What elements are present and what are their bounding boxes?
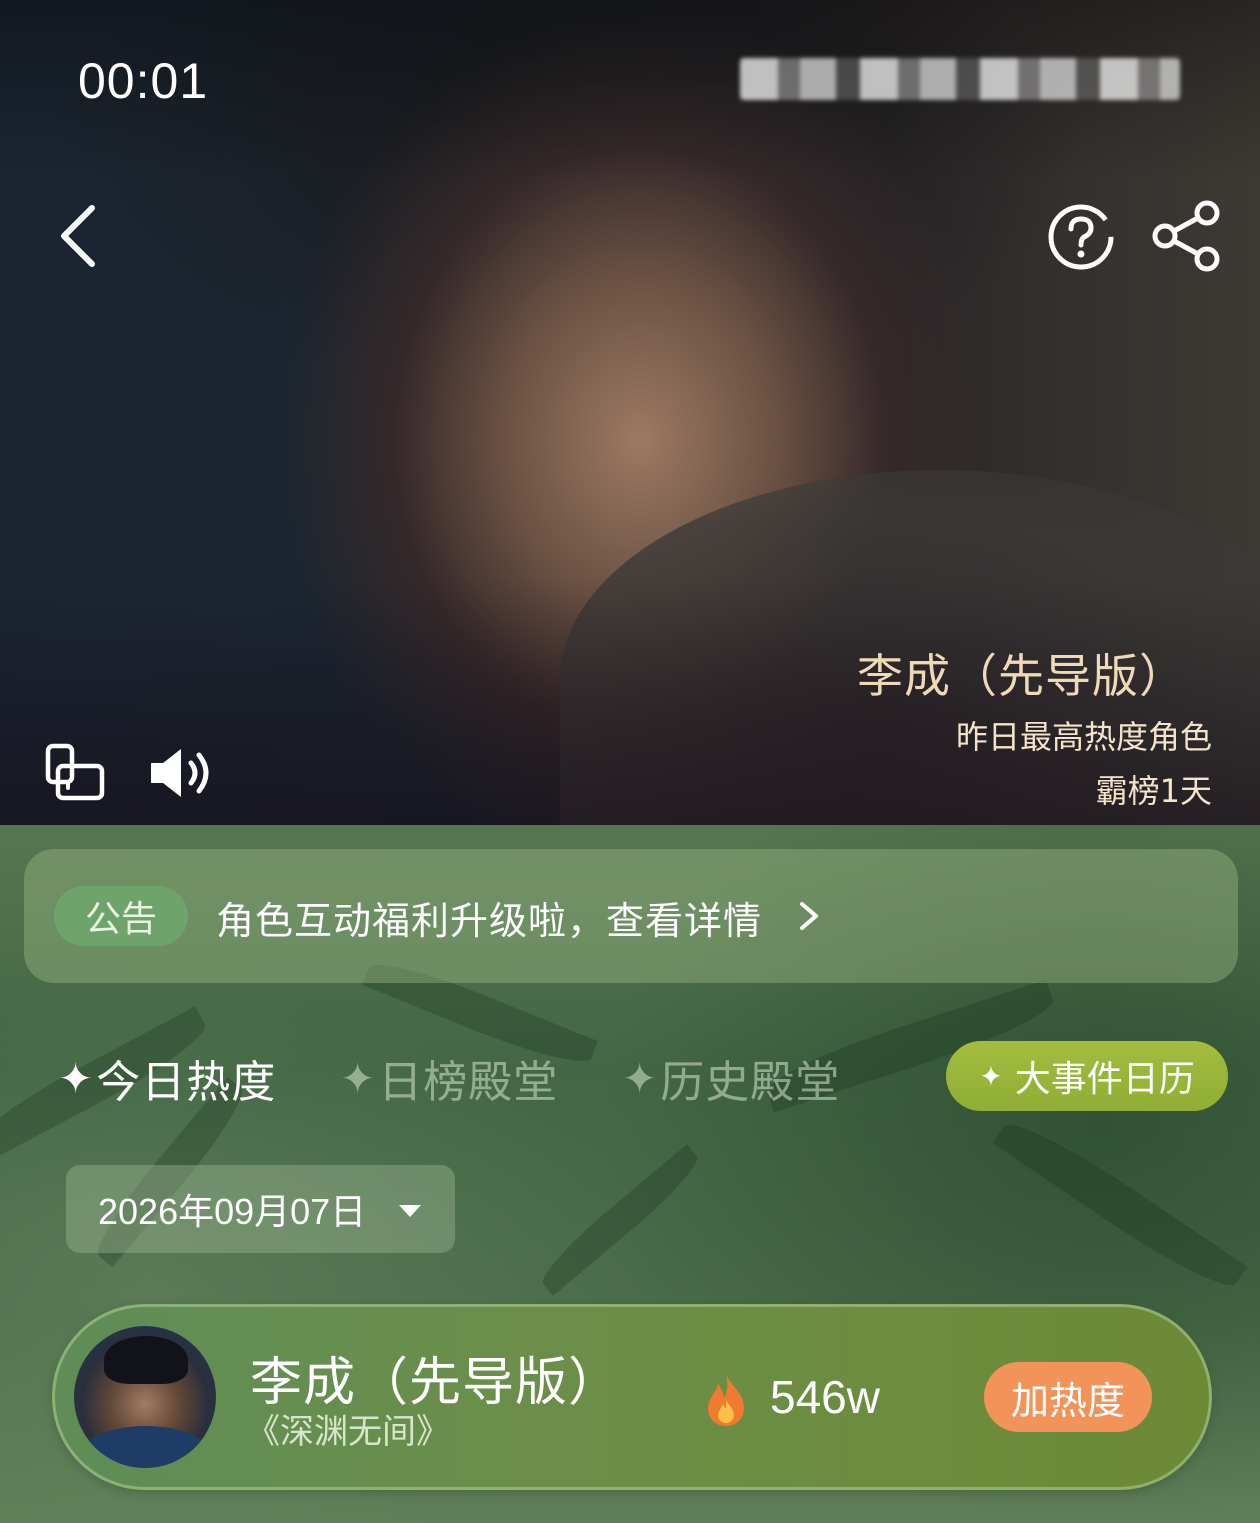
- avatar-hair: [104, 1336, 188, 1384]
- hero-streak: 霸榜1天: [1095, 772, 1212, 810]
- events-calendar-label: 大事件日历: [1014, 1059, 1195, 1100]
- chevron-right-icon[interactable]: [796, 898, 822, 934]
- bamboo-leaf-decoration: [992, 1110, 1248, 1300]
- tab-label: 今日热度: [96, 1057, 277, 1108]
- tab-history-hall[interactable]: ✦ 历史殿堂: [622, 1046, 840, 1110]
- sparkle-icon: ✦: [979, 1059, 1003, 1093]
- sparkle-icon: ✦: [340, 1053, 377, 1103]
- share-icon[interactable]: [1150, 198, 1224, 274]
- hero-subtitle: 昨日最高热度角色: [955, 718, 1212, 756]
- heat-value: 546w: [770, 1371, 880, 1423]
- tab-label: 历史殿堂: [660, 1057, 841, 1108]
- date-picker[interactable]: 2026年09月07日: [66, 1165, 455, 1253]
- avatar[interactable]: [74, 1326, 216, 1468]
- caret-down-icon: [399, 1205, 421, 1217]
- bamboo-leaf-decoration: [533, 1144, 707, 1296]
- tab-daily-hall[interactable]: ✦ 日榜殿堂: [340, 1046, 558, 1110]
- hero-character-title: 李成（先导版）: [857, 649, 1186, 703]
- avatar-body: [80, 1426, 212, 1468]
- date-picker-value: 2026年09月07日: [98, 1191, 367, 1232]
- rotate-screen-icon[interactable]: [42, 740, 108, 806]
- announcement-text[interactable]: 角色互动福利升级啦，查看详情: [216, 890, 762, 945]
- fire-icon: [702, 1372, 750, 1428]
- add-heat-button[interactable]: 加热度: [984, 1362, 1152, 1432]
- back-chevron-icon[interactable]: [50, 200, 106, 272]
- events-calendar-button[interactable]: ✦ 大事件日历: [946, 1041, 1228, 1111]
- question-circle-icon[interactable]: [1046, 202, 1116, 272]
- tab-label: 日榜殿堂: [378, 1057, 559, 1108]
- drama-title: 《深渊无间》: [246, 1412, 450, 1452]
- announcement-tag: 公告: [54, 886, 188, 946]
- volume-icon[interactable]: [146, 742, 218, 804]
- sparkle-icon: ✦: [622, 1053, 659, 1103]
- sparkle-icon: ✦: [58, 1053, 95, 1103]
- tab-today-heat[interactable]: ✦ 今日热度: [31, 1046, 341, 1116]
- status-icons-blurred: [740, 58, 1180, 100]
- status-time: 00:01: [78, 53, 209, 109]
